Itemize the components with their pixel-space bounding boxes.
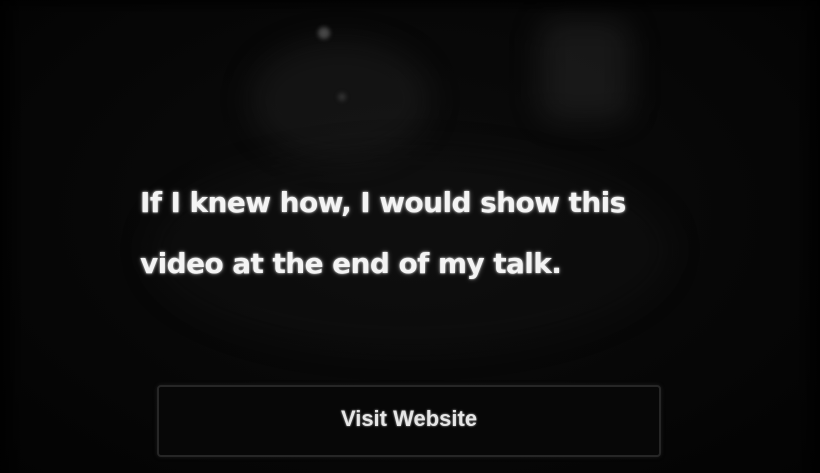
end-screen-message: If I knew how, I would show this video a… [140,186,626,280]
background-light-spot [338,93,346,101]
background-light-spot [318,27,330,39]
background-video-frame-shape [540,20,630,120]
visit-website-button[interactable]: Visit Website [157,385,661,457]
video-end-screen: If I knew how, I would show this video a… [0,0,820,473]
visit-website-button-label: Visit Website [340,406,478,431]
